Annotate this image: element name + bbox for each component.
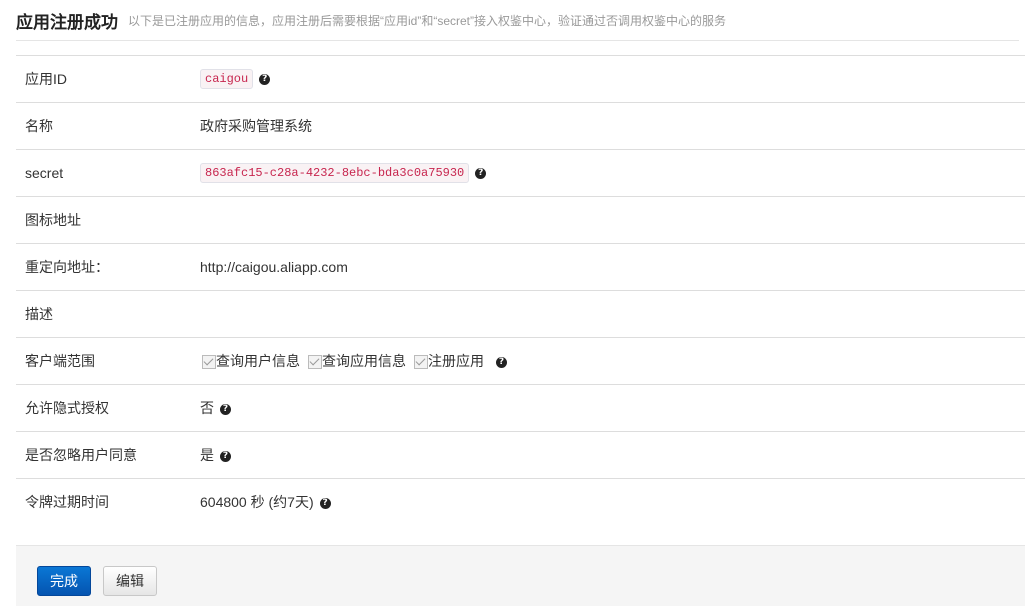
redirect-url-label: 重定向地址： — [25, 259, 109, 275]
app-id-value: caigou — [200, 69, 254, 89]
skip-consent-value: 是 — [200, 447, 214, 463]
form-actions: 完成 编辑 — [16, 545, 1025, 606]
implicit-grant-cell: 否? — [191, 385, 1025, 432]
row-description: 描述 — [16, 290, 1025, 338]
app-id-cell: caigou? — [191, 56, 1025, 103]
scope-option-label: 查询应用信息 — [322, 353, 406, 369]
token-expiry-label: 令牌过期时间 — [25, 494, 109, 511]
help-icon[interactable]: ? — [220, 450, 231, 462]
scope-option-user-info: 查询用户信息 — [200, 351, 300, 371]
checkbox-checked-icon[interactable] — [414, 355, 428, 369]
checkbox-checked-icon[interactable] — [308, 355, 322, 369]
help-icon[interactable]: ? — [475, 167, 487, 179]
app-id-label: 应用ID — [25, 71, 67, 87]
row-redirect-url: 重定向地址： http://caigou.aliapp.com — [16, 243, 1025, 291]
client-scope-label: 客户端范围 — [25, 353, 95, 369]
skip-consent-cell: 是? — [191, 432, 1025, 479]
page-subtitle: 以下是已注册应用的信息，应用注册后需要根据“应用id”和“secret”接入权鉴… — [128, 13, 727, 28]
page-title: 应用注册成功 — [16, 12, 118, 33]
icon-url-value — [191, 197, 1025, 244]
row-client-scope: 客户端范围 查询用户信息 查询应用信息 注册应用? — [16, 337, 1025, 385]
edit-button[interactable]: 编辑 — [103, 566, 157, 596]
row-token-expiry: 令牌过期时间 604800 秒 (约7天)? — [16, 478, 1025, 526]
client-scope-cell: 查询用户信息 查询应用信息 注册应用? — [191, 338, 1025, 385]
help-icon[interactable]: ? — [319, 498, 331, 510]
help-icon[interactable]: ? — [496, 356, 507, 368]
secret-cell: 863afc15-c28a-4232-8ebc-bda3c0a75930? — [191, 150, 1025, 197]
implicit-grant-value: 否 — [200, 400, 214, 416]
secret-value: 863afc15-c28a-4232-8ebc-bda3c0a75930 — [200, 163, 470, 183]
token-expiry-value: 604800 秒 (约7天) — [200, 494, 314, 511]
description-value — [191, 291, 1025, 338]
help-icon[interactable]: ? — [259, 73, 271, 85]
row-icon-url: 图标地址 — [16, 196, 1025, 244]
skip-consent-label: 是否忽略用户同意 — [25, 447, 137, 463]
name-value: 政府采购管理系统 — [200, 118, 312, 134]
page-header: 应用注册成功 以下是已注册应用的信息，应用注册后需要根据“应用id”和“secr… — [16, 0, 1019, 41]
row-secret: secret 863afc15-c28a-4232-8ebc-bda3c0a75… — [16, 149, 1025, 197]
secret-label: secret — [25, 165, 64, 181]
row-app-id: 应用ID caigou? — [16, 55, 1025, 103]
row-name: 名称 政府采购管理系统 — [16, 102, 1025, 150]
redirect-url-value: http://caigou.aliapp.com — [200, 259, 348, 275]
name-label: 名称 — [25, 118, 53, 134]
icon-url-label: 图标地址 — [25, 212, 81, 228]
scope-option-app-info: 查询应用信息 — [306, 351, 406, 371]
row-skip-consent: 是否忽略用户同意 是? — [16, 431, 1025, 479]
implicit-grant-label: 允许隐式授权 — [25, 400, 109, 416]
token-expiry-cell: 604800 秒 (约7天)? — [191, 479, 1025, 526]
scope-option-label: 注册应用 — [428, 353, 484, 369]
help-icon[interactable]: ? — [220, 403, 231, 415]
scope-option-label: 查询用户信息 — [216, 353, 300, 369]
app-info-table: 应用ID caigou? 名称 政府采购管理系统 secret 863afc15… — [16, 55, 1025, 526]
description-label: 描述 — [25, 306, 53, 322]
scope-option-register-app: 注册应用 — [412, 351, 484, 371]
done-button[interactable]: 完成 — [37, 566, 91, 596]
checkbox-checked-icon[interactable] — [202, 355, 216, 369]
row-implicit-grant: 允许隐式授权 否? — [16, 384, 1025, 432]
